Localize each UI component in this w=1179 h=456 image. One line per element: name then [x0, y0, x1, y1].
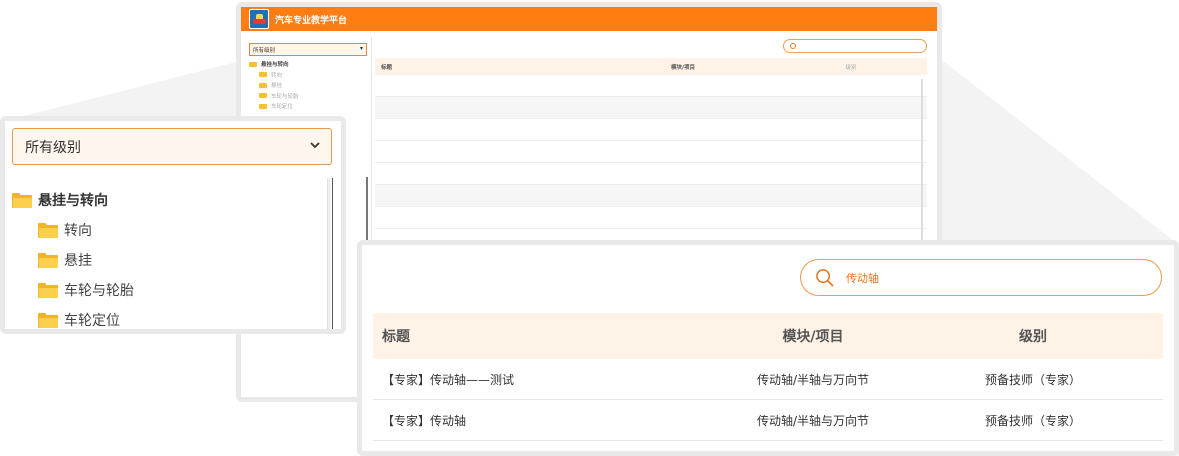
table-mini-row[interactable] — [375, 75, 927, 97]
folder-icon — [38, 282, 58, 298]
search-input-value: 传动轴 — [846, 271, 879, 285]
results-table: 标题 模块/项目 级别 【专家】传动轴——测试 传动轴/半轴与万向节 预备技师（… — [373, 313, 1163, 441]
row-level: 预备技师（专家） — [984, 413, 1081, 428]
tree-item-suspension-steering[interactable]: 悬挂与转向 — [12, 185, 134, 215]
chevron-down-icon: ▾ — [359, 45, 363, 52]
results-panel-zoom: 传动轴 标题 模块/项目 级别 【专家】传动轴——测试 传动轴/半轴与万向节 预… — [357, 240, 1179, 456]
tree-item-label: 悬挂与转向 — [38, 193, 108, 209]
column-header-module: 模块/项目 — [671, 64, 696, 71]
folder-icon — [38, 252, 58, 268]
category-panel-zoom: 所有级别 悬挂与转向 转向 悬挂 车轮与轮胎 车轮定位 — [0, 116, 346, 334]
tree-mini-label: 悬挂 — [271, 83, 283, 90]
tree-item-label: 悬挂 — [64, 253, 92, 269]
app-logo-icon — [249, 9, 269, 29]
search-icon — [816, 269, 834, 287]
column-header-module: 模块/项目 — [782, 329, 844, 345]
results-table-mini: 标题 模块/项目 级别 — [375, 58, 927, 251]
column-header-title: 标题 — [382, 329, 410, 345]
folder-icon — [259, 93, 267, 99]
table-row[interactable]: 【专家】传动轴——测试 传动轴/半轴与万向节 预备技师（专家） — [373, 359, 1163, 400]
table-mini-row[interactable] — [375, 207, 927, 229]
tree-mini-label: 悬挂与转向 — [261, 62, 289, 69]
table-header: 标题 模块/项目 级别 — [373, 313, 1163, 359]
tree-mini-item[interactable]: 悬挂与转向 — [249, 59, 367, 70]
table-mini-row[interactable] — [375, 163, 927, 185]
tree-item-wheel-alignment[interactable]: 车轮定位 — [12, 305, 134, 329]
folder-icon — [12, 192, 32, 208]
folder-icon — [249, 61, 257, 67]
row-title[interactable]: 【专家】传动轴——测试 — [373, 371, 723, 388]
category-tree: 悬挂与转向 转向 悬挂 车轮与轮胎 车轮定位 — [12, 185, 134, 329]
tree-item-steering[interactable]: 转向 — [12, 215, 134, 245]
tree-mini-label: 车轮与轮胎 — [271, 93, 299, 100]
column-header-level: 级别 — [845, 64, 857, 71]
tree-mini-label: 车轮定位 — [271, 104, 294, 111]
table-mini-row[interactable] — [375, 141, 927, 163]
app-header: 汽车专业教学平台 — [241, 7, 937, 31]
search-mini[interactable] — [783, 39, 927, 53]
row-title[interactable]: 【专家】传动轴 — [373, 412, 723, 429]
level-select[interactable]: 所有级别 — [12, 128, 332, 165]
row-level: 预备技师（专家） — [984, 372, 1081, 387]
tree-scrollbar-edge — [332, 178, 333, 329]
table-mini-row[interactable] — [375, 97, 927, 119]
tree-mini-item[interactable]: 悬挂 — [249, 80, 367, 91]
tree-mini-item[interactable]: 车轮与轮胎 — [249, 91, 367, 102]
level-select-mini-value: 所有级别 — [253, 48, 276, 54]
chevron-down-icon — [310, 142, 320, 149]
table-mini-header: 标题 模块/项目 级别 — [375, 58, 927, 75]
tree-mini-label: 转向 — [271, 72, 283, 79]
table-row[interactable]: 【专家】传动轴 传动轴/半轴与万向节 预备技师（专家） — [373, 400, 1163, 441]
folder-icon — [38, 222, 58, 238]
level-select-value: 所有级别 — [25, 139, 81, 156]
column-header-level: 级别 — [1019, 329, 1047, 345]
folder-icon — [38, 312, 58, 328]
table-mini-scrollbar[interactable] — [921, 79, 923, 249]
table-mini-row[interactable] — [375, 185, 927, 207]
tree-item-label: 车轮与轮胎 — [64, 283, 134, 299]
search-input[interactable]: 传动轴 — [800, 259, 1162, 296]
tree-mini-item[interactable]: 转向 — [249, 70, 367, 81]
level-select-mini[interactable]: 所有级别 ▾ — [249, 43, 367, 56]
row-module: 传动轴/半轴与万向节 — [756, 413, 870, 428]
table-mini-row[interactable] — [375, 119, 927, 141]
tree-item-suspension[interactable]: 悬挂 — [12, 245, 134, 275]
tree-item-wheels-tires[interactable]: 车轮与轮胎 — [12, 275, 134, 305]
tree-mini: 悬挂与转向 转向 悬挂 车轮与轮胎 车轮定位 — [249, 59, 367, 112]
folder-icon — [259, 82, 267, 88]
tree-mini-item[interactable]: 车轮定位 — [249, 101, 367, 112]
tree-item-label: 转向 — [64, 223, 92, 239]
tree-scrollbar[interactable] — [327, 178, 331, 329]
column-header-title: 标题 — [381, 64, 393, 71]
folder-icon — [259, 72, 267, 78]
app-title: 汽车专业教学平台 — [275, 15, 348, 26]
folder-icon — [259, 103, 267, 109]
tree-item-label: 车轮定位 — [64, 313, 120, 329]
search-icon — [790, 43, 796, 49]
row-module: 传动轴/半轴与万向节 — [756, 372, 870, 387]
showcase-stage: 汽车专业教学平台 所有级别 ▾ 悬挂与转向 转向 悬挂 车轮与轮胎 车轮定位 标… — [0, 0, 1179, 456]
